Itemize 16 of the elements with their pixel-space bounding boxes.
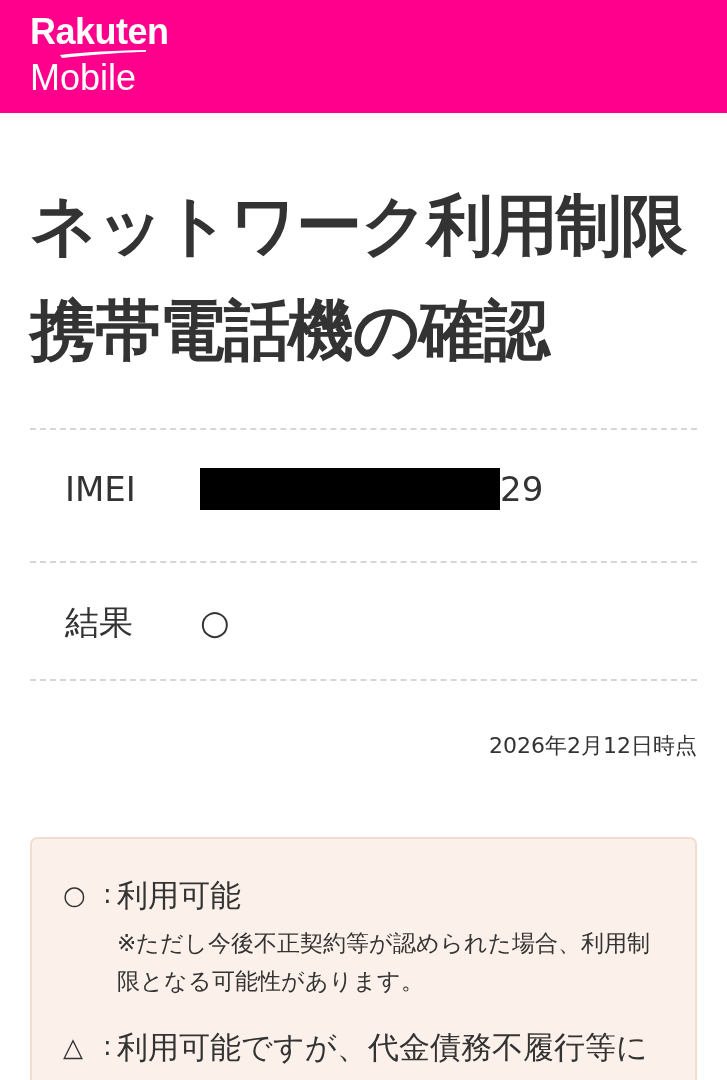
legend-note: ※ただし今後不正契約等が認められた場合、利用制限となる可能性があります。	[117, 929, 652, 996]
legend-symbol: ○	[63, 879, 87, 912]
colon-text: :	[103, 1030, 113, 1063]
field-label: 結果	[65, 601, 133, 643]
field-value: ○	[200, 601, 230, 643]
field-label: IMEI	[65, 468, 136, 510]
page-title: ネットワーク利用制限携帯電話機の確認	[30, 186, 688, 371]
brand-name: Rakuten	[30, 12, 169, 52]
colon-text: :	[103, 878, 113, 911]
field-value: 29	[500, 468, 544, 510]
product-name: Mobile	[30, 58, 137, 98]
swoosh-icon	[60, 50, 146, 58]
legend-symbol: △	[63, 1031, 84, 1064]
legend-label: 利用可能ですが、代金債務不履行等に	[117, 1028, 648, 1067]
legend-label: 利用可能	[117, 876, 241, 915]
timestamp-text: 2026年2月12日時点	[489, 732, 697, 760]
